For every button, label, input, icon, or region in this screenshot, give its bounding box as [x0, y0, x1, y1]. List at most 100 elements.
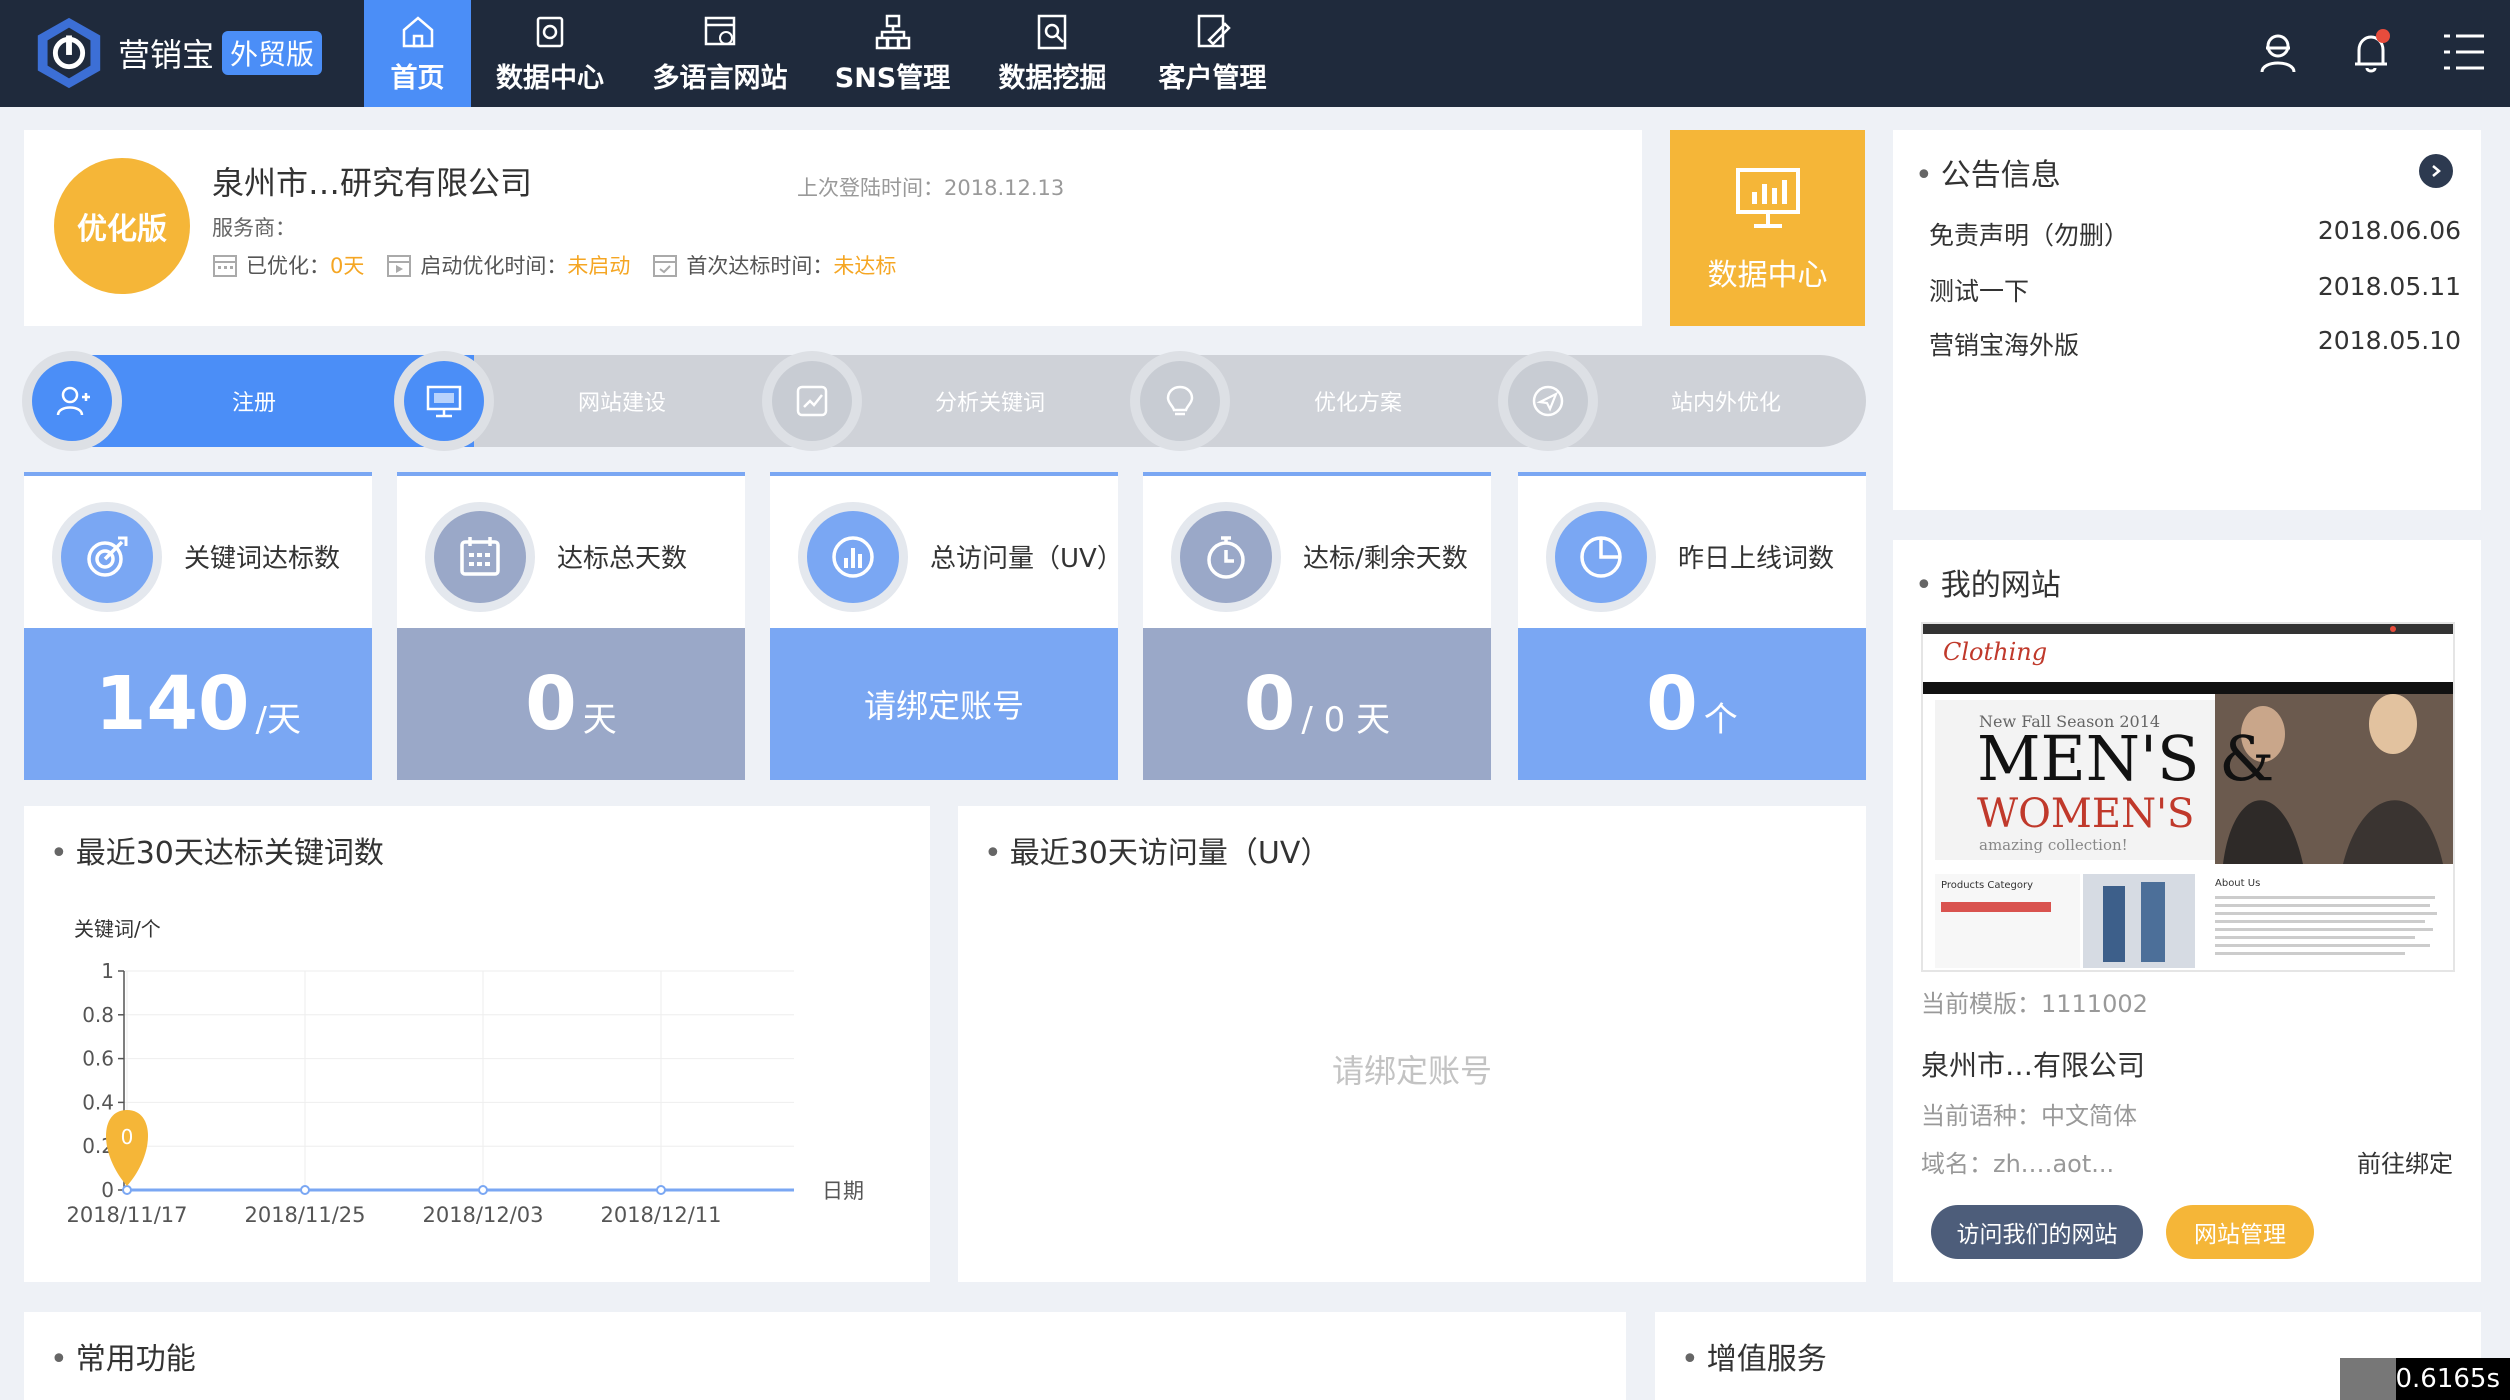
my-website-title: 我的网站	[1915, 560, 2061, 604]
website-manage-button[interactable]: 网站管理	[2166, 1205, 2314, 1259]
x-tick-label: 2018/12/03	[422, 1203, 543, 1227]
calendar-check-icon	[653, 255, 678, 277]
notice-item[interactable]: 营销宝海外版 2018.05.10	[1929, 326, 2461, 362]
brand-edition-badge: 外贸版	[222, 31, 323, 75]
common-functions-card: 常用功能	[24, 1312, 1626, 1400]
stat-total-days-label: 达标总天数	[557, 544, 688, 574]
nav-data-center[interactable]: 数据中心	[480, 0, 620, 107]
stat-icon-bg	[1180, 511, 1272, 603]
company-name-text: 泉州市…研究有限公司	[212, 164, 533, 198]
menu-icon[interactable]	[2440, 28, 2488, 76]
notice-item-title[interactable]: 营销宝海外版	[1929, 326, 2079, 362]
nav-data-center-label: 数据中心	[496, 63, 604, 94]
target-icon	[87, 536, 128, 577]
x-tick-label: 2018/11/17	[66, 1203, 187, 1227]
notice-card: 公告信息 免责声明（勿删） 2018.06.06 测试一下 2018.05.11…	[1893, 130, 2481, 510]
last-login-value: 2018.12.13	[944, 176, 1065, 200]
step-analyze-keywords[interactable]	[762, 351, 862, 451]
nav-sns[interactable]: SNS管理	[820, 0, 965, 107]
company-name: 泉州市…研究有限公司	[212, 158, 772, 198]
timer-logo-icon	[2340, 1358, 2396, 1400]
stat-icon-bg	[807, 511, 899, 603]
stat-number: 140	[95, 661, 250, 747]
bell-icon[interactable]	[2347, 28, 2395, 76]
stat-number: 0	[1646, 661, 1698, 747]
nav-sns-label: SNS管理	[834, 63, 951, 94]
notice-item-title[interactable]: 测试一下	[1929, 272, 2029, 308]
website-preview-thumbnail[interactable]: Clothing New Fall Season 2014 MEN'S & WO…	[1921, 622, 2455, 972]
stat-yesterday-online-words-label: 昨日上线词数	[1678, 544, 1835, 574]
template-label: 当前模版：	[1921, 990, 2041, 1018]
y-tick-label: 0.4	[82, 1090, 114, 1114]
notice-item-date: 2018.05.10	[2317, 326, 2461, 355]
stat-total-days: 达标总天数 0天	[397, 472, 745, 780]
step-optimization-plan[interactable]	[1130, 351, 1230, 451]
stat-yesterday-online-words-value: 0个	[1518, 628, 1866, 780]
start-time-label: 启动优化时间：	[420, 254, 568, 278]
keyword-chart-card: 最近30天达标关键词数 关键词/个00.20.40.60.812018/11/1…	[24, 806, 930, 1282]
stat-yesterday-online-words: 昨日上线词数 0个	[1518, 472, 1866, 780]
step-optimization-plan-label: 优化方案	[1313, 391, 1402, 416]
uv-bind-account-placeholder[interactable]: 请绑定账号	[958, 1046, 1866, 1092]
thumb-category: Products Category	[1941, 880, 2034, 891]
edition-badge: 优化版	[54, 158, 190, 294]
stat-unit: / 0 天	[1301, 699, 1391, 740]
service-provider-label: 服务商：	[212, 216, 296, 240]
stat-unit: 个	[1703, 699, 1738, 740]
current-language: 当前语种：中文简体	[1921, 1096, 2137, 1131]
notice-item-date: 2018.06.06	[2317, 216, 2461, 245]
common-functions-title: 常用功能	[50, 1334, 196, 1378]
calendar-grid-icon	[213, 255, 237, 277]
stat-reach-remaining-days-value: 0/ 0 天	[1143, 628, 1491, 780]
stopwatch-icon	[1207, 536, 1245, 579]
current-template: 当前模版：1111002	[1921, 984, 2148, 1019]
notice-item-title[interactable]: 免责声明（勿删）	[1929, 216, 2129, 252]
stat-unit: /天	[255, 699, 301, 740]
y-tick-label: 0.8	[82, 1003, 114, 1027]
data-point	[300, 1185, 310, 1195]
stat-keyword-reached-label: 关键词达标数	[184, 544, 341, 574]
bind-domain-link[interactable]: 前往绑定	[2357, 1144, 2453, 1179]
data-point	[478, 1185, 488, 1195]
notice-more-button[interactable]	[2419, 154, 2453, 188]
stat-icon-ring	[1171, 502, 1281, 612]
last-login-label: 上次登陆时间：	[797, 176, 944, 200]
brand-logo[interactable]: 营销宝 外贸版	[30, 8, 330, 98]
lightbulb-icon	[1166, 385, 1194, 416]
stat-icon-bg	[434, 511, 526, 603]
y-tick-label: 1	[101, 959, 114, 983]
nav-home[interactable]: 首页	[364, 0, 471, 107]
notice-item-date: 2018.05.11	[2317, 272, 2461, 301]
notification-dot	[2376, 29, 2390, 43]
data-center-tile[interactable]: 数据中心	[1670, 130, 1865, 326]
notice-item[interactable]: 免责声明（勿删） 2018.06.06	[1929, 216, 2461, 252]
domain-label: 域名：	[1921, 1150, 1993, 1178]
stat-icon-bg	[61, 511, 153, 603]
start-time-value: 未启动	[567, 254, 631, 278]
y-tick-label: 0	[101, 1178, 114, 1202]
step-onsite-offsite-label: 站内外优化	[1670, 391, 1781, 416]
step-register[interactable]	[22, 351, 122, 451]
top-navigation: 营销宝 外贸版 首页 数据中心 多语言网站 SNS管理 数据挖掘 客户管理	[0, 0, 2510, 107]
step-analyze-keywords-label: 分析关键词	[934, 391, 1045, 416]
x-tick-label: 2018/12/11	[600, 1203, 721, 1227]
stat-reach-remaining-days: 达标/剩余天数 0/ 0 天	[1143, 472, 1491, 780]
step-onsite-offsite[interactable]	[1498, 351, 1598, 451]
step-website-build[interactable]	[394, 351, 494, 451]
step-register-inner	[32, 361, 112, 441]
stat-reach-remaining-days-label: 达标/剩余天数	[1303, 544, 1468, 574]
bind-account-prompt[interactable]: 请绑定账号	[864, 681, 1024, 727]
visit-website-button[interactable]: 访问我们的网站	[1931, 1205, 2143, 1259]
y-tick-label: 0.6	[82, 1047, 114, 1071]
nav-data-mining[interactable]: 数据挖掘	[980, 0, 1125, 107]
stat-number: 0	[525, 661, 577, 747]
stat-total-uv-value[interactable]: 请绑定账号	[770, 628, 1118, 780]
stat-icon-ring	[1546, 502, 1656, 612]
thumb-about: About Us	[2215, 878, 2261, 889]
user-support-icon[interactable]	[2254, 28, 2302, 76]
nav-multilingual-site[interactable]: 多语言网站	[640, 0, 800, 107]
thumb-brand: Clothing	[1943, 638, 2048, 666]
notice-item[interactable]: 测试一下 2018.05.11	[1929, 272, 2461, 308]
nav-customer[interactable]: 客户管理	[1140, 0, 1285, 107]
uv-chart-title: 最近30天访问量（UV）	[984, 828, 1331, 872]
